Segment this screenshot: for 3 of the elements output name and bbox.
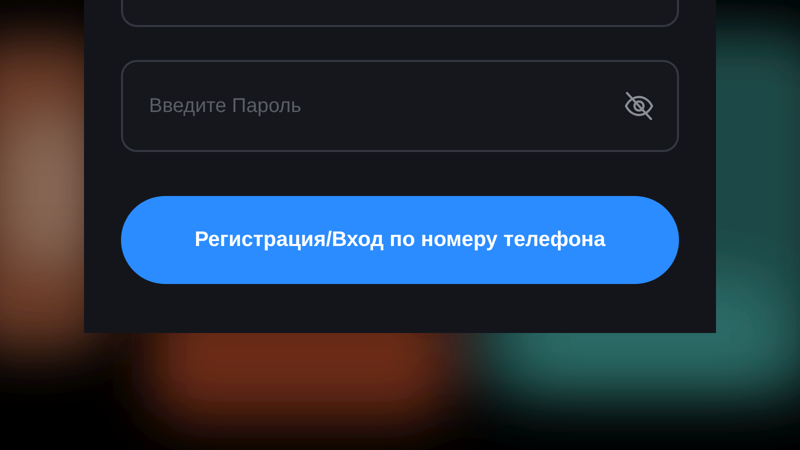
phone-login-button[interactable]: Регистрация/Вход по номеру телефона [121,196,679,284]
password-field[interactable]: Введите Пароль [121,60,679,152]
eye-slash-icon[interactable] [623,91,655,121]
